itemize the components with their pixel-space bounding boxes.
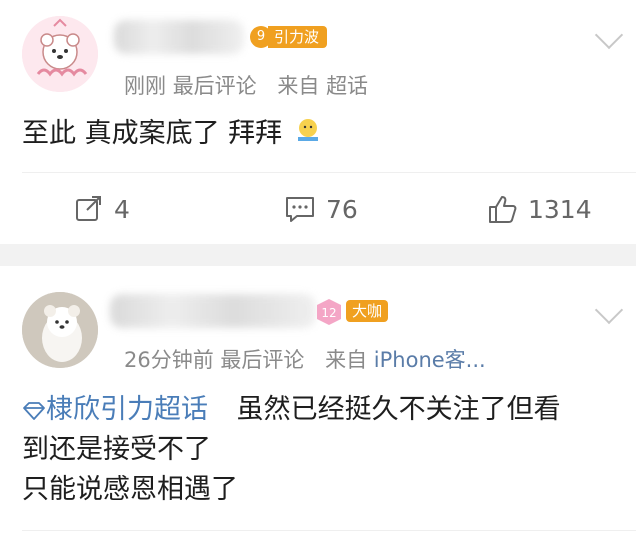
post1-meta: 刚刚 最后评论 来自 超话	[124, 70, 368, 100]
post2-source-prefix: 来自	[325, 348, 368, 372]
emoji-icon	[295, 116, 321, 154]
post2-text-line2: 到还是接受不了	[22, 434, 211, 465]
topic-tag[interactable]: 棣欣引力超话	[46, 394, 208, 425]
like-count: 1314	[528, 194, 592, 224]
post2-badge: 大咖	[346, 300, 389, 322]
post1-last-comment: 最后评论	[172, 74, 257, 98]
repost-count: 4	[114, 194, 130, 224]
post1-badge-label: 引力波	[268, 26, 328, 48]
post2-text-line3: 只能说感恩相遇了	[22, 474, 238, 505]
post1-text-body: 至此 真成案底了 拜拜	[22, 118, 283, 149]
post2-username[interactable]	[110, 294, 316, 328]
chevron-down-icon[interactable]	[594, 295, 624, 325]
feed-separator	[0, 244, 636, 266]
post2-text-body: 虽然已经挺久不关注了但看	[236, 394, 561, 425]
svg-text:12: 12	[321, 306, 336, 320]
post2-source[interactable]: iPhone客...	[374, 348, 486, 372]
post2-avatar[interactable]	[22, 292, 98, 368]
post2-badge-label: 大咖	[346, 300, 389, 322]
post1-username[interactable]	[114, 20, 244, 54]
post1-text: 至此 真成案底了 拜拜	[22, 115, 321, 154]
comment-icon	[286, 197, 314, 222]
repost-icon	[76, 196, 101, 221]
comment-button[interactable]: 76	[284, 194, 358, 224]
comment-count: 76	[326, 194, 358, 224]
post1-source[interactable]: 超话	[326, 74, 368, 98]
post2-last-comment: 最后评论	[220, 348, 305, 372]
post1-avatar[interactable]	[22, 16, 98, 92]
diamond-icon	[23, 401, 45, 420]
post2-time: 26分钟前	[124, 348, 214, 372]
post1-source-prefix: 来自	[277, 74, 320, 98]
post2-level-badge: 12	[314, 298, 344, 326]
repost-button[interactable]: 4	[74, 194, 130, 224]
chevron-down-icon[interactable]	[594, 20, 624, 50]
post1-time: 刚刚	[124, 74, 166, 98]
post2-text: 棣欣引力超话 虽然已经挺久不关注了但看 到还是接受不了 只能说感恩相遇了	[22, 391, 628, 509]
post2-meta: 26分钟前 最后评论 来自 iPhone客...	[124, 344, 486, 374]
post2-divider	[22, 530, 636, 531]
post1-divider	[22, 172, 636, 173]
like-icon	[489, 196, 517, 223]
like-button[interactable]: 1314	[486, 193, 592, 225]
topic-link[interactable]: 棣欣引力超话	[22, 394, 217, 425]
post2-text-line1: 棣欣引力超话 虽然已经挺久不关注了但看	[22, 391, 628, 429]
post1-badge: 9 引力波	[250, 26, 328, 48]
